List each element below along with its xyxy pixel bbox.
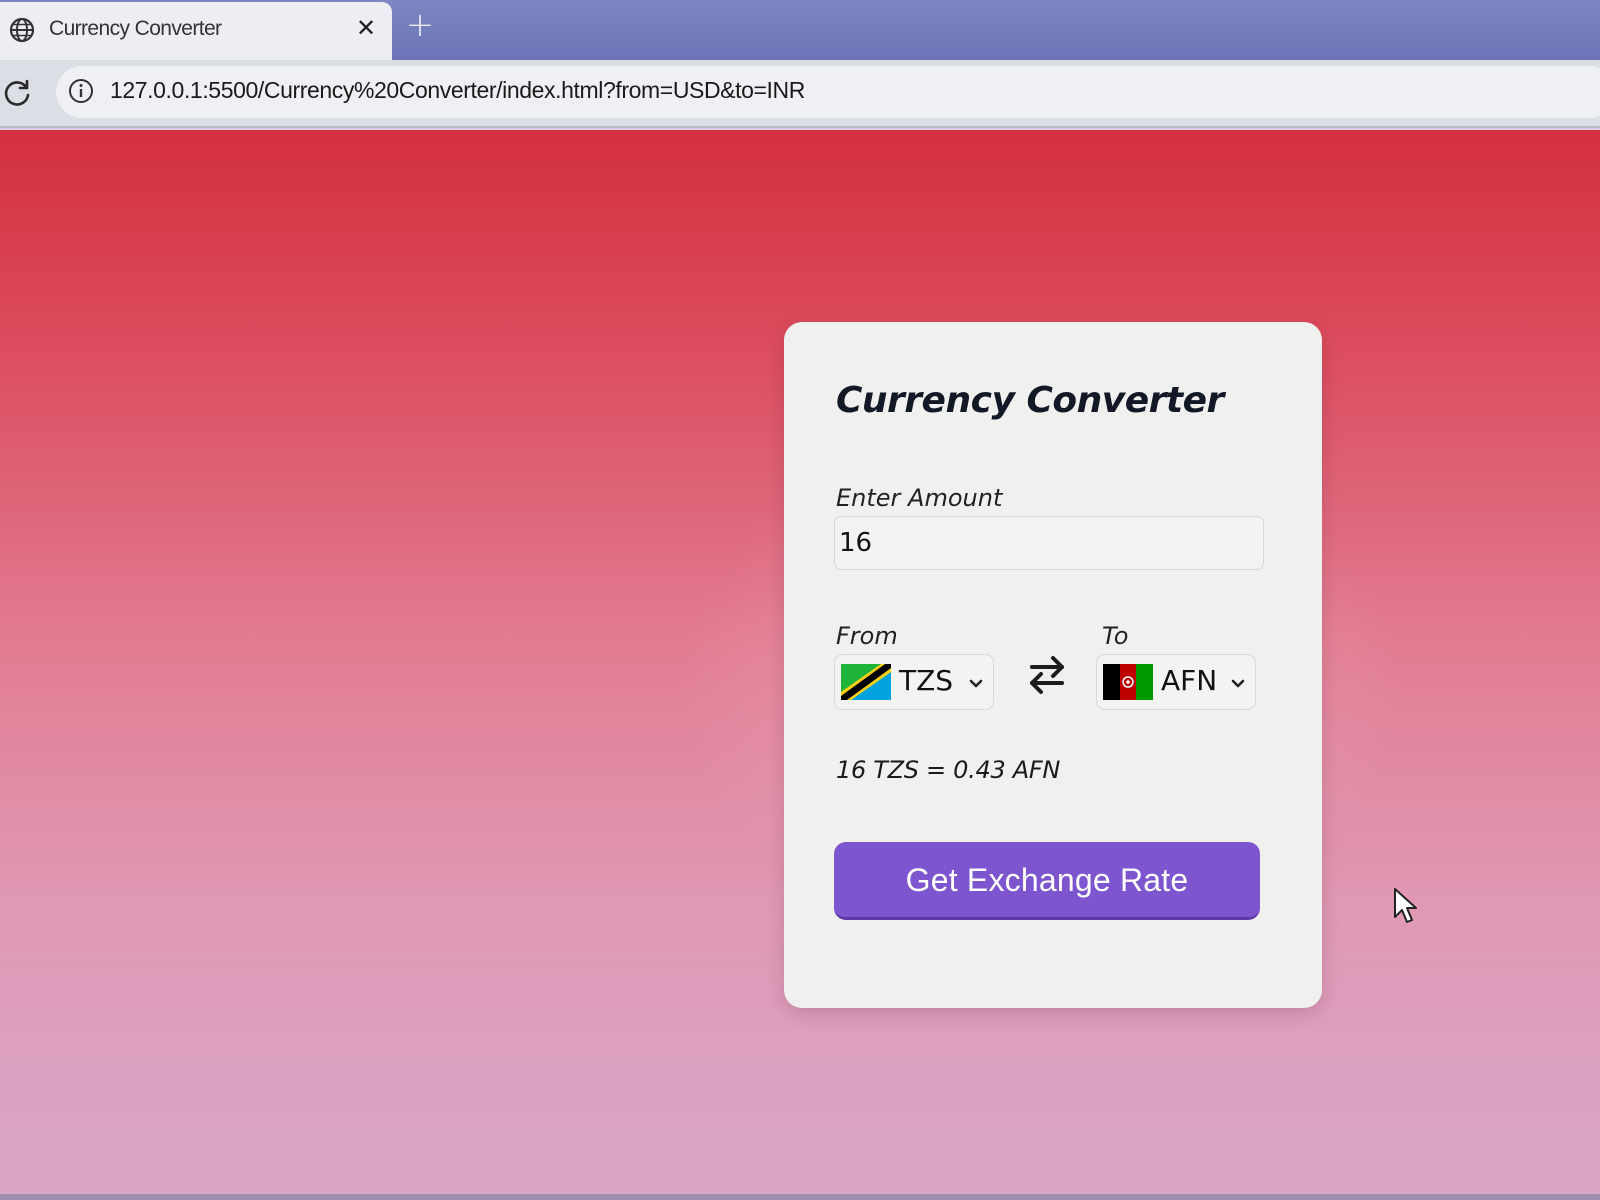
swap-arrows-icon[interactable] [1024, 650, 1070, 698]
browser-tab[interactable]: Currency Converter ✕ [0, 2, 392, 60]
tanzania-flag-icon [841, 664, 891, 700]
from-currency-select[interactable]: TZS [834, 654, 994, 710]
browser-toolbar: 127.0.0.1:5500/Currency%20Converter/inde… [0, 60, 1600, 128]
to-currency-select[interactable]: AFN [1096, 654, 1256, 710]
exchange-result: 16 TZS = 0.43 AFN [836, 756, 1061, 784]
to-currency-code: AFN [1161, 664, 1218, 697]
amount-input[interactable]: 16 [834, 516, 1264, 570]
mouse-cursor-icon [1394, 888, 1417, 923]
chevron-down-icon [1231, 679, 1245, 688]
converter-card: Currency Converter Enter Amount 16 From … [784, 322, 1322, 1008]
url-text[interactable]: 127.0.0.1:5500/Currency%20Converter/inde… [110, 77, 805, 104]
close-tab-icon[interactable]: ✕ [352, 14, 380, 42]
new-tab-button[interactable]: + [404, 8, 436, 42]
from-label: From [836, 622, 898, 650]
page-title: Currency Converter [836, 380, 1224, 421]
chevron-down-icon [969, 679, 983, 688]
bottom-edge [0, 1194, 1600, 1200]
reload-icon[interactable] [2, 78, 32, 108]
globe-icon [9, 17, 35, 43]
get-exchange-rate-button[interactable]: Get Exchange Rate [834, 842, 1260, 920]
page-background: Currency Converter Enter Amount 16 From … [0, 130, 1600, 1200]
tab-title: Currency Converter [49, 17, 222, 40]
afghanistan-flag-icon [1103, 664, 1153, 700]
to-label: To [1102, 622, 1129, 650]
from-currency-code: TZS [899, 664, 954, 697]
browser-tab-strip: Currency Converter ✕ + [0, 0, 1600, 60]
address-bar[interactable]: 127.0.0.1:5500/Currency%20Converter/inde… [56, 66, 1600, 118]
amount-label: Enter Amount [836, 484, 1003, 512]
info-icon[interactable] [68, 78, 94, 104]
